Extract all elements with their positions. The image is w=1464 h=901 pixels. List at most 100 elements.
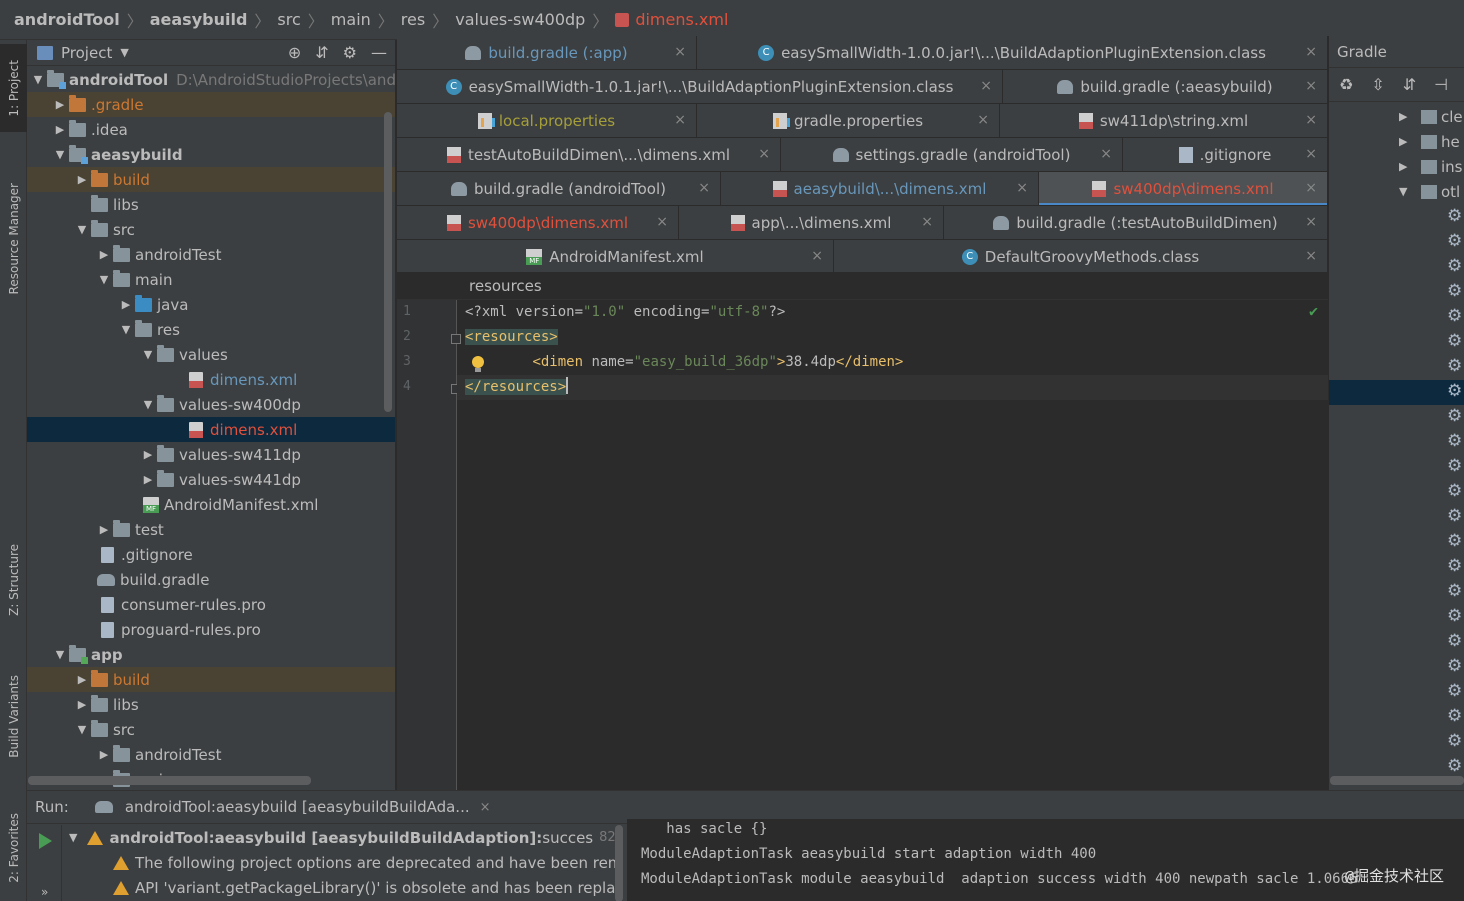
close-tab-icon[interactable]: ×	[977, 112, 989, 128]
editor-breadcrumb-resources[interactable]: resources	[469, 277, 542, 295]
gradle-task-gear-icon[interactable]: ⚙	[1447, 606, 1462, 626]
gradle-task-gear-icon[interactable]: ⚙	[1447, 531, 1462, 551]
expanded-arrow-icon[interactable]: ▼	[73, 223, 91, 236]
close-tab-icon[interactable]: ×	[921, 214, 933, 230]
breadcrumb-res[interactable]: res	[401, 10, 425, 29]
collapsed-arrow-icon[interactable]: ▶	[117, 298, 135, 311]
build-tree-root[interactable]: ▼ androidTool:aeasybuild [aeasybuildBuil…	[69, 825, 623, 850]
expanded-arrow-icon[interactable]: ▼	[95, 273, 113, 286]
project-view-selector[interactable]: Project	[61, 44, 112, 62]
expanded-arrow-icon[interactable]: ▼	[51, 148, 69, 161]
gradle-task-group[interactable]: ▶ he	[1329, 129, 1464, 154]
gradle-task-gear-icon[interactable]: ⚙	[1447, 206, 1462, 226]
code-editor[interactable]: 1 2 3 4 <?xml version="1.0" encoding="ut…	[397, 300, 1328, 790]
close-tab-icon[interactable]: ×	[758, 146, 770, 162]
tree-row-idea[interactable]: ▶ .idea	[27, 117, 395, 142]
collapsed-arrow-icon[interactable]: ▶	[73, 673, 91, 686]
project-tool-tab[interactable]: 1: Project	[0, 44, 27, 132]
tab-local-properties[interactable]: local.properties ×	[397, 104, 697, 138]
gradle-task-group[interactable]: ▶ cle	[1329, 104, 1464, 129]
gradle-task-gear-icon[interactable]: ⚙	[1447, 231, 1462, 251]
project-vertical-scrollbar[interactable]	[384, 112, 392, 412]
chevron-down-icon[interactable]: ▼	[120, 46, 128, 59]
gradle-task-gear-icon[interactable]: ⚙	[1447, 681, 1462, 701]
gradle-task-gear-icon[interactable]: ⚙	[1447, 556, 1462, 576]
gradle-task-gear-icon[interactable]: ⚙	[1447, 331, 1462, 351]
gradle-task-gear-icon[interactable]: ⚙	[1447, 506, 1462, 526]
collapsed-arrow-icon[interactable]: ▶	[95, 523, 113, 536]
tree-row-sw400dp-dimens[interactable]: dimens.xml	[27, 417, 395, 442]
close-tab-icon[interactable]: ×	[674, 44, 686, 60]
gradle-task-gear-icon[interactable]: ⚙	[1447, 256, 1462, 276]
tree-row-values[interactable]: ▼ values	[27, 342, 395, 367]
close-tab-icon[interactable]: ×	[1305, 78, 1317, 94]
gradle-task-gear-icon[interactable]: ⚙	[1447, 731, 1462, 751]
tab-build-gradle-testautobuilddimen[interactable]: build.gradle (:testAutoBuildDimen) ×	[944, 206, 1328, 240]
tree-row-res[interactable]: ▼ res	[27, 317, 395, 342]
breadcrumb-androidtool[interactable]: androidTool	[14, 10, 120, 29]
expanded-arrow-icon[interactable]: ▼	[29, 73, 47, 86]
tree-row-values-sw441dp[interactable]: ▶ values-sw441dp	[27, 467, 395, 492]
gradle-task-gear-icon[interactable]: ⚙	[1447, 381, 1462, 401]
tree-row-build[interactable]: ▶ build	[27, 167, 395, 192]
favorites-tool-tab[interactable]: 2: Favorites	[0, 798, 27, 898]
tree-row-values-sw411dp[interactable]: ▶ values-sw411dp	[27, 442, 395, 467]
tab-androidmanifest[interactable]: AndroidManifest.xml×	[397, 240, 834, 274]
tab-sw400dp-dimens[interactable]: sw400dp\dimens.xml ×	[397, 206, 679, 240]
close-tab-icon[interactable]: ×	[674, 112, 686, 128]
fold-marker-icon[interactable]	[451, 334, 461, 344]
close-tab-icon[interactable]: ×	[1016, 180, 1028, 196]
close-tab-icon[interactable]: ×	[1100, 146, 1112, 162]
collapsed-arrow-icon[interactable]: ▶	[95, 748, 113, 761]
tree-row-app-build[interactable]: ▶ build	[27, 667, 395, 692]
tree-row-build-gradle[interactable]: build.gradle	[27, 567, 395, 592]
build-tree-warning[interactable]: The following project options are deprec…	[113, 850, 622, 875]
tree-row-consumer-rules[interactable]: consumer-rules.pro	[27, 592, 395, 617]
more-actions-icon[interactable]: »	[41, 885, 48, 899]
collapsed-arrow-icon[interactable]: ▶	[51, 123, 69, 136]
run-console[interactable]: has sacle {} ModuleAdaptionTask aeasybui…	[627, 819, 1464, 901]
expanded-arrow-icon[interactable]: ▼	[139, 348, 157, 361]
tab-extension-class-101[interactable]: easySmallWidth-1.0.1.jar!\...\BuildAdapt…	[397, 70, 1003, 104]
close-tab-icon[interactable]: ×	[656, 214, 668, 230]
tree-row-app-androidtest[interactable]: ▶ androidTest	[27, 742, 395, 767]
tab-gradle-properties[interactable]: gradle.properties ×	[697, 104, 1000, 138]
gradle-task-gear-icon[interactable]: ⚙	[1447, 656, 1462, 676]
link-icon[interactable]: ⊣	[1434, 75, 1448, 94]
tab-testautobuilddimen-dimens[interactable]: testAutoBuildDimen\...\dimens.xml ×	[397, 138, 781, 172]
close-icon[interactable]: ×	[480, 800, 491, 815]
tree-row-src[interactable]: ▼ src	[27, 217, 395, 242]
collapsed-arrow-icon[interactable]: ▶	[73, 698, 91, 711]
gradle-horizontal-scrollbar[interactable]	[1330, 776, 1464, 785]
breadcrumb-src[interactable]: src	[277, 10, 300, 29]
tree-row-java[interactable]: ▶ java	[27, 292, 395, 317]
project-horizontal-scrollbar[interactable]	[28, 776, 311, 785]
tab-build-gradle-androidtool[interactable]: build.gradle (androidTool) ×	[397, 172, 721, 206]
collapsed-arrow-icon[interactable]: ▶	[73, 173, 91, 186]
gradle-task-group[interactable]: ▶ ins	[1329, 154, 1464, 179]
rerun-play-icon[interactable]	[39, 833, 52, 849]
tree-row-app-src[interactable]: ▼ src	[27, 717, 395, 742]
close-tab-icon[interactable]: ×	[1305, 44, 1317, 60]
gradle-task-gear-icon[interactable]: ⚙	[1447, 406, 1462, 426]
collapsed-arrow-icon[interactable]: ▶	[139, 473, 157, 486]
tab-app-dimens[interactable]: app\...\dimens.xml ×	[679, 206, 944, 240]
inspection-ok-icon[interactable]: ✔	[1309, 302, 1318, 320]
hide-icon[interactable]: —	[371, 43, 387, 62]
tree-row-test[interactable]: ▶ test	[27, 517, 395, 542]
tree-row-libs[interactable]: libs	[27, 192, 395, 217]
gradle-task-gear-icon[interactable]: ⚙	[1447, 481, 1462, 501]
close-tab-icon[interactable]: ×	[811, 248, 823, 264]
breadcrumb-aeasybuild[interactable]: aeasybuild	[150, 10, 248, 29]
collapsed-arrow-icon[interactable]: ▶	[139, 448, 157, 461]
tab-sw411dp-string[interactable]: sw411dp\string.xml ×	[1000, 104, 1328, 138]
collapsed-arrow-icon[interactable]: ▶	[51, 98, 69, 111]
close-tab-icon[interactable]: ×	[1305, 180, 1317, 196]
close-tab-icon[interactable]: ×	[1305, 214, 1317, 230]
expanded-arrow-icon[interactable]: ▼	[117, 323, 135, 336]
locate-icon[interactable]: ⊕	[288, 43, 301, 62]
close-tab-icon[interactable]: ×	[1305, 248, 1317, 264]
breadcrumb-main[interactable]: main	[331, 10, 371, 29]
tab-build-gradle-app[interactable]: build.gradle (:app) ×	[397, 36, 697, 70]
gradle-refresh-icon[interactable]: ♻	[1339, 75, 1353, 94]
